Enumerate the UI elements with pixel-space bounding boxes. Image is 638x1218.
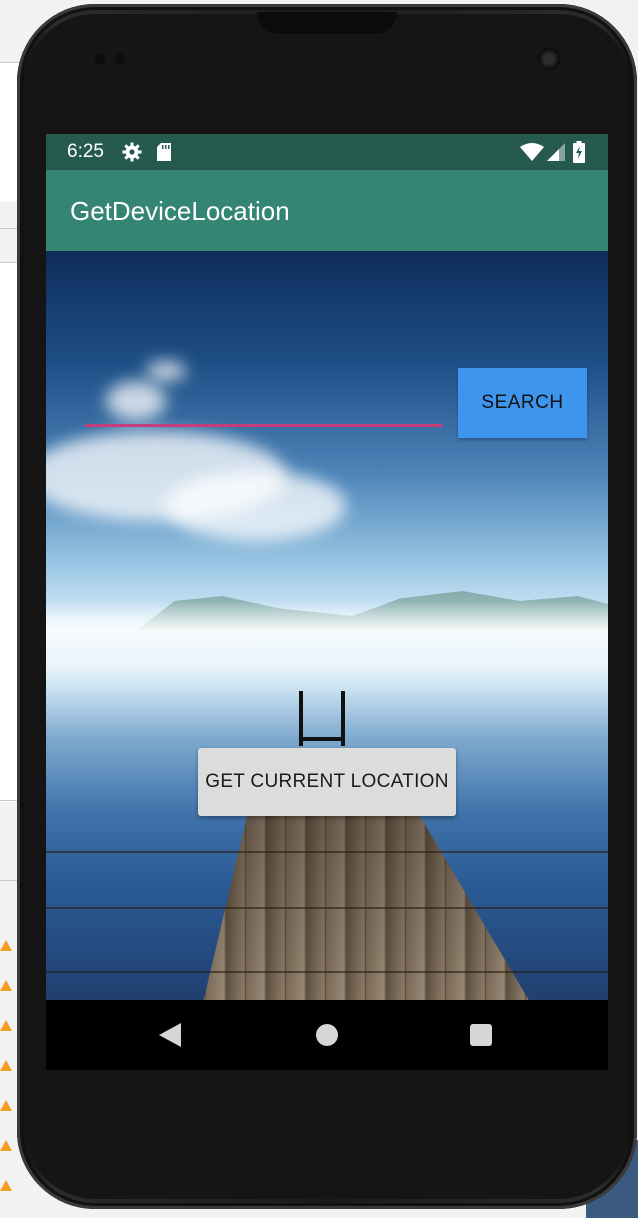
search-input-underline: [85, 424, 442, 427]
pier-plank-line: [46, 907, 608, 909]
warning-icon: [0, 1140, 12, 1151]
warning-icon: [0, 1020, 12, 1031]
recents-icon[interactable]: [470, 1024, 492, 1046]
status-time: 6:25: [67, 141, 104, 162]
wifi-icon: [520, 143, 544, 166]
earpiece-speaker: [257, 12, 397, 34]
device-screen: 6:25 GetDeviceLocation SEARCH GET CURREN…: [46, 134, 608, 1070]
search-input[interactable]: [85, 386, 446, 424]
app-bar: GetDeviceLocation: [46, 170, 608, 251]
status-bar: 6:25: [46, 134, 608, 170]
cloud: [146, 361, 186, 381]
front-camera: [538, 48, 560, 70]
back-icon[interactable]: [159, 1023, 181, 1052]
search-button[interactable]: SEARCH: [458, 368, 587, 438]
warning-icon: [0, 980, 12, 991]
fog: [46, 601, 608, 661]
warning-icon: [0, 1060, 12, 1071]
pier-plank-line: [46, 851, 608, 853]
get-current-location-button[interactable]: GET CURRENT LOCATION: [198, 748, 456, 816]
warning-icon: [0, 1180, 12, 1191]
warning-icon: [0, 1100, 12, 1111]
signal-icon: [547, 143, 565, 166]
app-title: GetDeviceLocation: [70, 196, 290, 226]
cloud: [166, 471, 346, 541]
pier-plank-line: [46, 971, 608, 973]
light-sensor: [115, 54, 125, 64]
home-icon[interactable]: [316, 1024, 338, 1046]
gear-icon: [122, 142, 142, 167]
warning-icon: [0, 940, 12, 951]
ladder-rung: [299, 737, 345, 741]
content-area: SEARCH GET CURRENT LOCATION: [46, 251, 608, 1000]
proximity-sensor: [95, 54, 105, 64]
battery-charging-icon: [573, 141, 585, 168]
navigation-bar: [46, 1000, 608, 1070]
sd-card-icon: [157, 143, 171, 166]
